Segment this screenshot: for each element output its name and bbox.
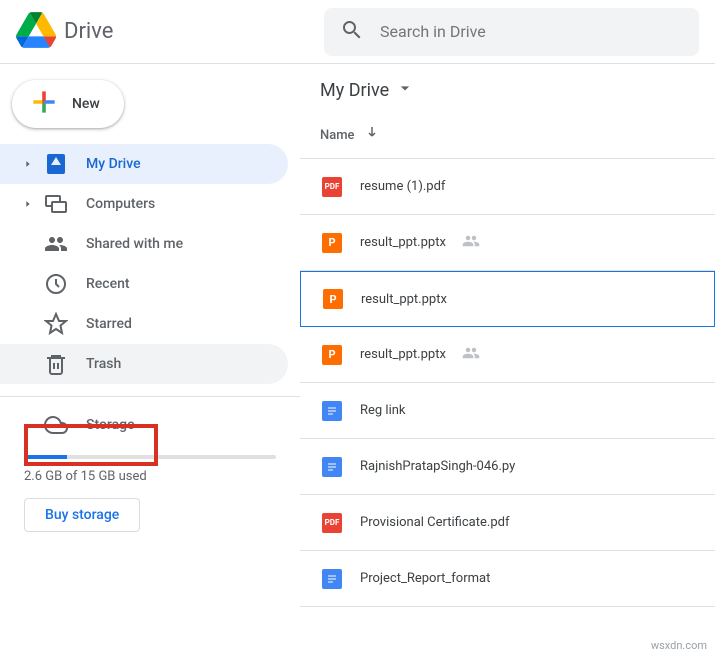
slides-icon: P	[322, 345, 342, 365]
starred-icon	[44, 312, 68, 336]
file-name: result_ppt.pptx	[360, 235, 446, 250]
file-type-icon	[320, 567, 344, 591]
file-row[interactable]: Presult_ppt.pptx	[300, 327, 715, 383]
trash-icon	[44, 352, 68, 376]
file-type-icon: PDF	[320, 175, 344, 199]
breadcrumb[interactable]: My Drive	[300, 64, 715, 116]
logo-region[interactable]: Drive	[16, 10, 316, 54]
sidebar-item-label: Starred	[86, 316, 132, 332]
search-icon[interactable]	[340, 18, 364, 46]
file-name: Provisional Certificate.pdf	[360, 515, 509, 530]
storage-label: Storage	[86, 417, 135, 433]
sidebar-item-label: Recent	[86, 276, 130, 292]
mydrive-icon	[44, 152, 68, 176]
file-name: result_ppt.pptx	[361, 292, 447, 307]
file-name: resume (1).pdf	[360, 179, 445, 194]
file-list: PDFresume (1).pdfPresult_ppt.pptxPresult…	[300, 159, 715, 656]
column-name-label: Name	[320, 128, 355, 143]
file-row[interactable]: Project_Report_format	[300, 551, 715, 607]
sidebar-item-trash[interactable]: Trash	[0, 344, 288, 384]
sidebar-item-shared-with-me[interactable]: Shared with me	[0, 224, 288, 264]
file-row[interactable]: PDF resume (1).pdf	[300, 159, 715, 215]
computers-icon	[44, 192, 68, 216]
shared-icon	[462, 232, 480, 254]
file-name: Reg link	[360, 403, 406, 418]
sidebar-item-starred[interactable]: Starred	[0, 304, 288, 344]
sidebar-item-label: Trash	[86, 356, 121, 372]
docs-icon	[322, 457, 342, 477]
file-row[interactable]: PDF Provisional Certificate.pdf	[300, 495, 715, 551]
slides-icon: P	[322, 233, 342, 253]
file-type-icon: P	[320, 343, 344, 367]
sidebar-item-label: My Drive	[86, 156, 141, 172]
file-type-icon	[320, 455, 344, 479]
file-row[interactable]: RajnishPratapSingh-046.py	[300, 439, 715, 495]
sidebar-item-label: Shared with me	[86, 236, 183, 252]
cloud-icon	[44, 413, 68, 437]
new-button-label: New	[72, 96, 100, 112]
expand-triangle-icon[interactable]	[22, 199, 34, 209]
file-name: Project_Report_format	[360, 571, 490, 586]
plus-icon	[28, 86, 60, 122]
new-button[interactable]: New	[12, 80, 124, 128]
expand-triangle-icon[interactable]	[22, 159, 34, 169]
storage-bar	[24, 455, 276, 459]
docs-icon	[322, 401, 342, 421]
file-name: RajnishPratapSingh-046.py	[360, 459, 515, 474]
sidebar: New My Drive Computers Shared with me Recen…	[0, 64, 300, 656]
main-content: My Drive Name PDF resume (1).pdf Presult_p…	[300, 64, 715, 656]
search-input[interactable]	[380, 22, 683, 41]
storage-section: 2.6 GB of 15 GB used Buy storage	[0, 445, 300, 532]
pdf-icon: PDF	[322, 513, 342, 533]
sort-arrow-down-icon[interactable]	[363, 124, 381, 146]
file-type-icon: P	[320, 231, 344, 255]
file-type-icon: PDF	[320, 511, 344, 535]
file-name: result_ppt.pptx	[360, 347, 446, 362]
column-header[interactable]: Name	[300, 116, 715, 159]
sidebar-item-recent[interactable]: Recent	[0, 264, 288, 304]
divider	[0, 396, 300, 397]
file-type-icon	[320, 399, 344, 423]
drive-logo-icon	[16, 10, 56, 54]
file-row[interactable]: Presult_ppt.pptx	[300, 215, 715, 271]
docs-icon	[322, 569, 342, 589]
shared-icon	[462, 344, 480, 366]
header: Drive	[0, 0, 715, 64]
buy-storage-button[interactable]: Buy storage	[24, 498, 140, 532]
file-row[interactable]: Reg link	[300, 383, 715, 439]
pdf-icon: PDF	[322, 177, 342, 197]
app-name: Drive	[64, 19, 113, 44]
shared-icon	[44, 232, 68, 256]
search-box[interactable]	[324, 8, 699, 56]
chevron-down-icon	[395, 78, 415, 102]
breadcrumb-text: My Drive	[320, 80, 389, 101]
recent-icon	[44, 272, 68, 296]
sidebar-item-computers[interactable]: Computers	[0, 184, 288, 224]
file-type-icon: P	[321, 287, 345, 311]
nav-list: My Drive Computers Shared with me Recent Sta…	[0, 140, 300, 388]
storage-usage-text: 2.6 GB of 15 GB used	[24, 469, 276, 484]
sidebar-item-my-drive[interactable]: My Drive	[0, 144, 288, 184]
watermark: wsxdn.com	[651, 639, 707, 652]
slides-icon: P	[323, 289, 343, 309]
file-row[interactable]: Presult_ppt.pptx	[300, 271, 715, 327]
sidebar-item-label: Computers	[86, 196, 155, 212]
storage-fill	[24, 455, 67, 459]
sidebar-item-storage[interactable]: Storage	[0, 405, 288, 445]
